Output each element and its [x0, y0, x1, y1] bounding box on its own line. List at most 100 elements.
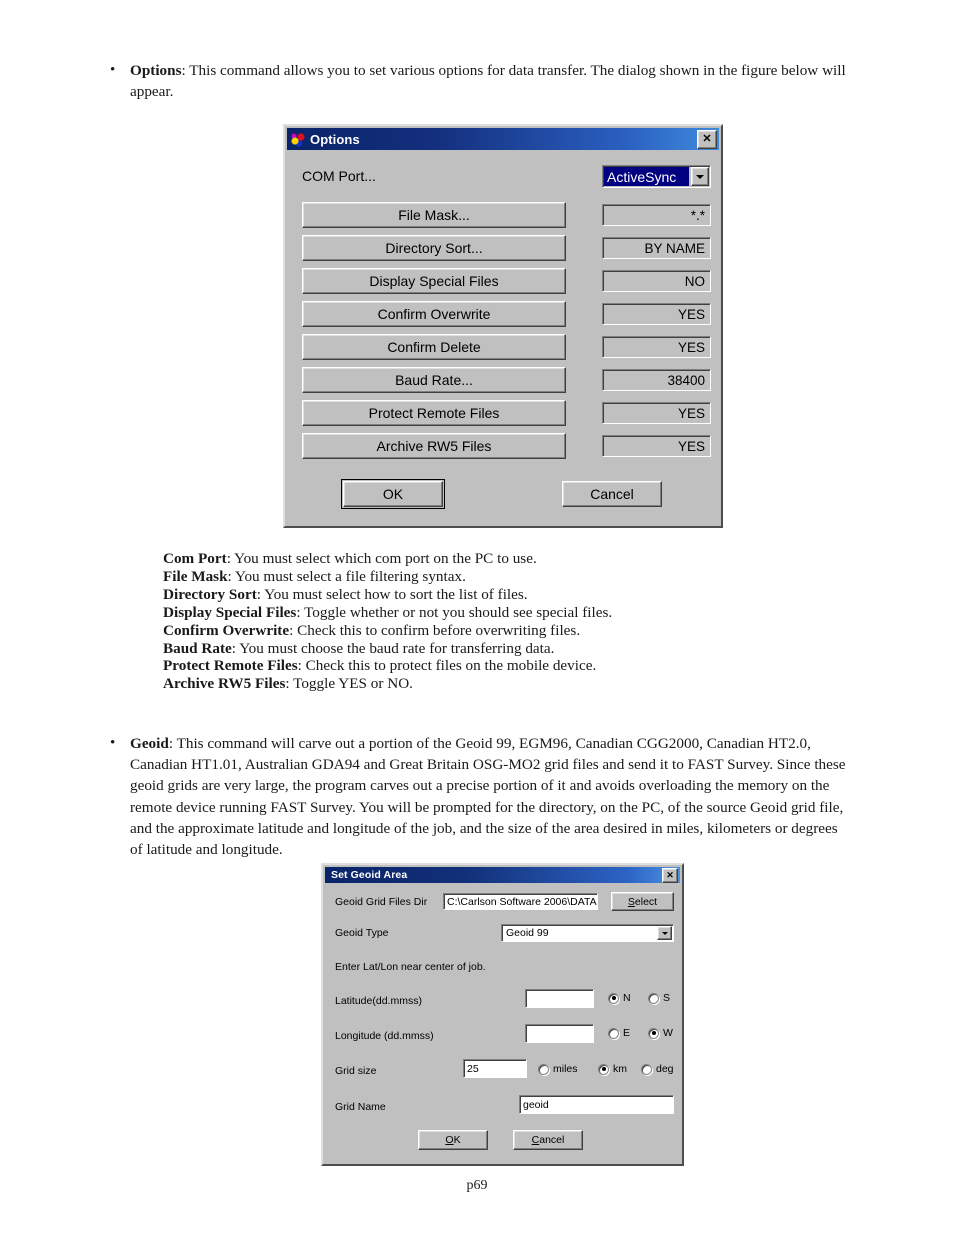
archive-rw5-files-button[interactable]: Archive RW5 Files — [302, 433, 566, 459]
geoid-term: Geoid — [130, 735, 169, 752]
description-term: Com Port — [163, 550, 227, 567]
description-term: File Mask — [163, 567, 228, 585]
latitude-label: Latitude(dd.mmss) — [335, 995, 422, 1007]
description-row: Display Special Files: Toggle whether or… — [163, 604, 783, 622]
description-text: : Check this to confirm before overwriti… — [289, 621, 581, 639]
description-text: : Toggle whether or not you should see s… — [296, 603, 613, 621]
unit-km-radio[interactable]: km — [598, 1063, 627, 1075]
longitude-label: Longitude (dd.mmss) — [335, 1030, 434, 1042]
close-icon[interactable]: ✕ — [697, 129, 717, 149]
options-dialog: Options ✕ COM Port... ActiveSync File Ma… — [283, 124, 723, 528]
longitude-west-radio[interactable]: W — [648, 1027, 673, 1039]
description-text: : Toggle YES or NO. — [285, 675, 413, 693]
close-icon[interactable]: ✕ — [662, 867, 678, 883]
directory-sort-button[interactable]: Directory Sort... — [302, 235, 566, 261]
com-port-combobox[interactable]: ActiveSync — [602, 165, 711, 188]
unit-miles-label: miles — [553, 1063, 578, 1075]
geoid-ok-label: K — [453, 1134, 461, 1146]
display-special-files-button[interactable]: Display Special Files — [302, 268, 566, 294]
chevron-down-icon[interactable] — [691, 167, 709, 186]
radio-dot-icon — [641, 1063, 652, 1075]
longitude-west-label: W — [663, 1027, 673, 1039]
archive-rw5-files-value: YES — [602, 435, 711, 457]
options-paragraph-text: Options: This command allows you to set … — [130, 60, 846, 102]
confirm-delete-button[interactable]: Confirm Delete — [302, 334, 566, 360]
description-term: Confirm Overwrite — [163, 621, 290, 639]
protect-remote-files-value: YES — [602, 402, 711, 424]
geoid-ok-accel: O — [445, 1134, 454, 1146]
geoid-term-body: : This command will carve out a portion … — [130, 735, 846, 859]
latitude-north-radio[interactable]: N — [608, 992, 631, 1004]
longitude-east-label: E — [623, 1027, 631, 1039]
ok-button[interactable]: OK — [341, 479, 445, 509]
confirm-delete-value: YES — [602, 336, 711, 358]
cancel-button[interactable]: Cancel — [562, 481, 662, 507]
unit-miles-radio[interactable]: miles — [538, 1063, 578, 1075]
description-term: Directory Sort — [163, 585, 257, 603]
options-field-descriptions: Com Port: You must select which com port… — [163, 550, 783, 693]
geoid-cancel-label: ancel — [539, 1134, 565, 1146]
radio-dot-icon — [598, 1063, 609, 1075]
bullet-marker-icon: • — [110, 735, 116, 751]
select-button-accel: S — [627, 895, 635, 908]
geoid-dialog-titlebar[interactable]: Set Geoid Area ✕ — [325, 867, 680, 883]
description-text: : You must select a file filtering synta… — [227, 567, 466, 585]
description-term: Protect Remote Files — [163, 657, 298, 675]
options-dialog-titlebar[interactable]: Options ✕ — [287, 128, 719, 150]
radio-dot-icon — [648, 1027, 659, 1039]
description-row: Directory Sort: You must select how to s… — [163, 586, 783, 604]
longitude-input[interactable] — [525, 1024, 594, 1043]
description-row: Archive RW5 Files: Toggle YES or NO. — [163, 675, 783, 693]
grid-size-label: Grid size — [335, 1065, 377, 1077]
geoid-type-combobox[interactable]: Geoid 99 — [501, 924, 674, 942]
latitude-south-radio[interactable]: S — [648, 992, 670, 1004]
geoid-grid-files-dir-input[interactable]: C:\Carlson Software 2006\DATA — [443, 893, 598, 910]
radio-dot-icon — [538, 1063, 549, 1075]
bullet-marker-icon: • — [110, 62, 116, 78]
grid-size-input[interactable]: 25 — [463, 1059, 527, 1078]
com-port-label: COM Port... — [302, 168, 376, 184]
geoid-cancel-accel: C — [531, 1134, 540, 1146]
geoid-cancel-button[interactable]: Cancel — [513, 1130, 583, 1150]
radio-dot-icon — [608, 992, 619, 1004]
select-button-label: elect — [634, 895, 658, 908]
file-mask-button[interactable]: File Mask... — [302, 202, 566, 228]
unit-deg-radio[interactable]: deg — [641, 1063, 674, 1075]
options-bullet-paragraph: • Options: This command allows you to se… — [104, 60, 846, 102]
page-footer: p69 — [466, 1178, 488, 1193]
options-term: Options — [130, 62, 182, 79]
baud-rate-button[interactable]: Baud Rate... — [302, 367, 566, 393]
directory-sort-value: BY NAME — [602, 237, 711, 259]
confirm-overwrite-value: YES — [602, 303, 711, 325]
description-text: : You must choose the baud rate for tran… — [231, 639, 555, 657]
radio-dot-icon — [608, 1027, 619, 1039]
file-mask-value: *.* — [602, 204, 711, 226]
latitude-input[interactable] — [525, 989, 594, 1008]
latitude-north-label: N — [623, 992, 631, 1004]
description-row: Protect Remote Files: Check this to prot… — [163, 657, 783, 675]
grid-name-label: Grid Name — [335, 1101, 386, 1113]
geoid-type-value: Geoid 99 — [506, 927, 549, 939]
display-special-files-value: NO — [602, 270, 711, 292]
longitude-east-radio[interactable]: E — [608, 1027, 630, 1039]
radio-dot-icon — [648, 992, 659, 1004]
latitude-south-label: S — [663, 992, 671, 1004]
description-row: Confirm Overwrite: Check this to confirm… — [163, 622, 783, 640]
select-button[interactable]: Select — [611, 892, 674, 911]
geoid-bullet-paragraph: • Geoid: This command will carve out a p… — [104, 733, 852, 860]
com-port-value: ActiveSync — [604, 167, 689, 186]
grid-name-input[interactable]: geoid — [519, 1095, 674, 1114]
protect-remote-files-button[interactable]: Protect Remote Files — [302, 400, 566, 426]
description-term: Baud Rate — [163, 639, 232, 657]
baud-rate-value: 38400 — [602, 369, 711, 391]
carlson-app-icon — [290, 131, 306, 147]
description-row: Com Port: You must select which com port… — [163, 550, 783, 568]
confirm-overwrite-button[interactable]: Confirm Overwrite — [302, 301, 566, 327]
geoid-ok-button[interactable]: OK — [418, 1130, 488, 1150]
options-dialog-title: Options — [310, 131, 360, 147]
set-geoid-area-dialog: Set Geoid Area ✕ Geoid Grid Files Dir C:… — [321, 863, 684, 1166]
geoid-dialog-title: Set Geoid Area — [331, 869, 408, 881]
description-row: File Mask: You must select a file filter… — [163, 568, 783, 586]
chevron-down-icon[interactable] — [657, 926, 672, 940]
description-text: : You must select which com port on the … — [226, 550, 537, 567]
